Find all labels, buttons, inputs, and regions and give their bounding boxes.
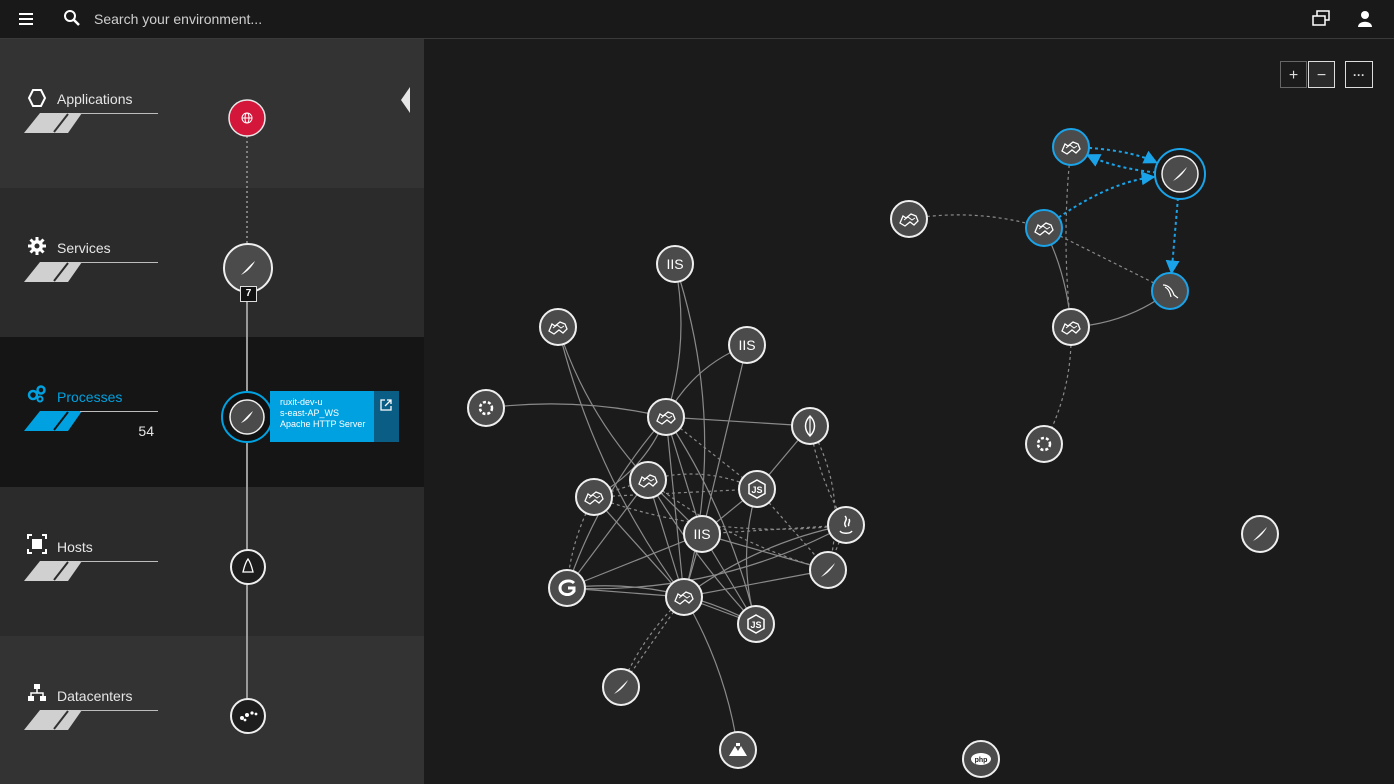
tier-label-hosts: Hosts: [57, 539, 93, 555]
graph-node[interactable]: [665, 578, 703, 616]
zoom-in-button[interactable]: +: [1280, 61, 1307, 88]
datacenter-node[interactable]: [229, 697, 267, 735]
svg-text:IIS: IIS: [666, 256, 683, 272]
svg-text:JS: JS: [750, 620, 761, 630]
services-count-badge: 7: [240, 286, 257, 302]
tier-label-applications: Applications: [57, 91, 133, 107]
graph-node[interactable]: [1154, 148, 1206, 200]
graph-edge: [665, 263, 682, 418]
tier-divider: [80, 411, 158, 412]
svg-text:IIS: IIS: [693, 526, 710, 542]
graph-node[interactable]: [791, 407, 829, 445]
graph-edge: [683, 596, 739, 751]
process-count: 54: [138, 423, 154, 439]
tier-bar: [24, 561, 82, 581]
application-node[interactable]: [228, 99, 266, 137]
graph-node[interactable]: JS: [737, 605, 775, 643]
tier-label-processes: Processes: [57, 389, 123, 405]
windows-icon[interactable]: [1311, 9, 1331, 29]
graph-node[interactable]: [539, 308, 577, 346]
graph-edge: [557, 326, 685, 598]
user-icon[interactable]: [1355, 9, 1375, 29]
tier-bar: [24, 113, 82, 133]
graph-edge: [665, 416, 811, 427]
graph-edge: [683, 569, 829, 598]
graph-node[interactable]: [719, 731, 757, 769]
graph-node[interactable]: [827, 506, 865, 544]
graph-node[interactable]: [890, 200, 928, 238]
graph-node[interactable]: [647, 398, 685, 436]
graph-node[interactable]: [1052, 128, 1090, 166]
gear-icon: [28, 237, 46, 255]
search-input[interactable]: [92, 6, 696, 32]
graph-node[interactable]: IIS: [683, 515, 721, 553]
external-link-icon[interactable]: [380, 399, 392, 411]
tier-bar: [24, 262, 82, 282]
svg-text:IIS: IIS: [738, 337, 755, 353]
host-icon: [27, 534, 47, 554]
svg-text:php: php: [975, 757, 988, 764]
tier-services[interactable]: Services: [0, 188, 424, 337]
graph-edge: [1043, 227, 1171, 292]
graph-node[interactable]: [1241, 515, 1279, 553]
graph-node[interactable]: JS: [738, 470, 776, 508]
graph-node[interactable]: [548, 569, 586, 607]
search-icon[interactable]: [62, 8, 82, 28]
process-graph[interactable]: IIS IIS JS IIS JS php: [424, 39, 1394, 784]
tooltip-action[interactable]: [374, 391, 399, 442]
graph-edge: [701, 344, 748, 535]
iis-icon: IIS: [666, 256, 683, 272]
tier-hosts[interactable]: Hosts: [0, 487, 424, 636]
iis-icon: IIS: [693, 526, 710, 542]
graph-node[interactable]: [467, 389, 505, 427]
processes-icon: [27, 385, 46, 403]
hexagon-icon: [27, 89, 47, 107]
svg-text:JS: JS: [751, 485, 762, 495]
graph-node[interactable]: [602, 668, 640, 706]
graph-node[interactable]: [1025, 425, 1063, 463]
tier-divider: [80, 262, 158, 263]
datacenter-icon: [28, 684, 46, 701]
collapse-sidebar-icon[interactable]: [398, 85, 412, 115]
php-icon: php: [971, 753, 991, 765]
top-bar: [0, 0, 1394, 39]
graph-edge: [908, 214, 1045, 229]
process-tooltip[interactable]: ruxit-dev-u s-east-AP_WS Apache HTTP Ser…: [270, 391, 399, 442]
tier-datacenters[interactable]: Datacenters: [0, 636, 424, 784]
graph-node[interactable]: [809, 551, 847, 589]
tier-label-datacenters: Datacenters: [57, 688, 133, 704]
iis-icon: IIS: [738, 337, 755, 353]
graph-node[interactable]: php: [962, 740, 1000, 778]
process-node-selected[interactable]: [220, 390, 274, 444]
menu-icon[interactable]: [18, 10, 36, 28]
graph-node[interactable]: [1052, 308, 1090, 346]
graph-edge: [1065, 146, 1072, 328]
graph-node[interactable]: IIS: [728, 326, 766, 364]
graph-node[interactable]: IIS: [656, 245, 694, 283]
graph-edge: [647, 479, 829, 571]
graph-node[interactable]: [1151, 272, 1189, 310]
tier-bar: [24, 710, 82, 730]
tier-divider: [80, 561, 158, 562]
tier-applications[interactable]: Applications: [0, 39, 424, 188]
graph-edge: [809, 425, 836, 571]
graph-node[interactable]: [629, 461, 667, 499]
more-options-button[interactable]: ···: [1345, 61, 1373, 88]
zoom-out-button[interactable]: −: [1308, 61, 1335, 88]
tier-label-services: Services: [57, 240, 111, 256]
graph-node[interactable]: [1025, 209, 1063, 247]
tier-divider: [80, 113, 158, 114]
host-node[interactable]: [229, 548, 267, 586]
tier-bar: [24, 411, 82, 431]
tier-divider: [80, 710, 158, 711]
graph-edge: [485, 403, 667, 418]
graph-node[interactable]: [575, 478, 613, 516]
